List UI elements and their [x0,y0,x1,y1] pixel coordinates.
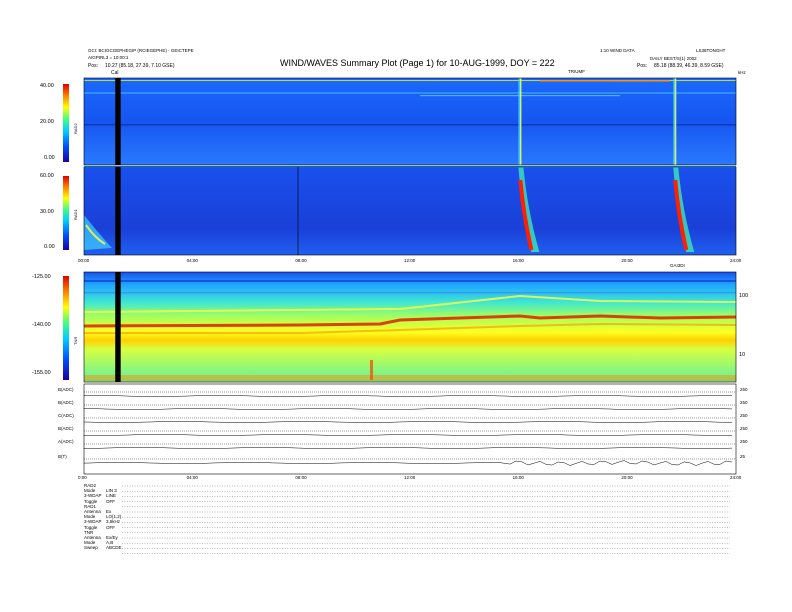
aux-right-5: 25 [740,454,746,459]
tnr-right-tick-10: 10 [739,352,746,358]
aux-trace-3 [83,434,732,436]
aux-label-4: A(ADC) [58,439,74,444]
aux-trace-2 [83,421,733,423]
rad2-tick-bot: 0.00 [44,155,55,161]
footer-key-2-2: Sweep [84,545,98,551]
aux-frame [83,383,737,475]
rad1-spectrogram [84,166,736,255]
time-tick-bottom-2: 08:00 [295,475,307,480]
footer-dotted-lines [122,485,730,554]
rad1-tick-mid: 30.00 [40,209,54,215]
right-mid-label: GAI3DI [670,263,685,268]
tnr-label: TNR [73,336,78,345]
time-tick-mid-4: 16:00 [512,258,524,263]
rad2-label: RAD2 [73,123,78,134]
data-gap-bar [115,78,121,382]
time-tick-bottom-6: 24:00 [730,475,742,480]
rad2-spectrogram [84,78,736,165]
rad2-tick-top: 40.00 [40,83,54,89]
time-tick-mid-0: 00:00 [78,258,90,263]
tnr-colorbar [63,276,69,380]
tnr-tick-top: -125.00 [32,274,51,280]
aux-label-1: B(ADC) [58,400,74,405]
aux-trace-1 [83,408,733,410]
aux-trace-4 [83,447,733,449]
aux-right-2: 250 [740,413,748,418]
aux-trace-5 [83,460,733,466]
aux-right-0: 250 [740,387,748,392]
rad1-tick-top: 60.00 [40,173,54,179]
time-tick-bottom-0: 0:00 [78,475,87,480]
time-tick-mid-2: 08:00 [295,258,307,263]
aux-label-3: B(ADC) [58,426,74,431]
time-tick-bottom-1: 04:00 [186,475,198,480]
aux-trace-0 [83,395,733,397]
tnr-right-tick-100: 100 [739,293,749,299]
time-tick-mid-3: 12:00 [404,258,416,263]
rad2-tick-mid: 20.00 [40,119,54,125]
tnr-spectrogram [83,272,737,382]
footer-val-2-2: ABCDE [106,545,122,551]
aux-label-5: B(T) [58,454,67,459]
rad1-tick-bot: 0.00 [44,244,55,250]
rad1-label: RAD1 [73,209,78,220]
aux-label-0: B(ADC) [58,387,74,392]
time-tick-mid-1: 04:00 [186,258,198,263]
tnr-tick-mid: -140.00 [32,322,51,328]
time-tick-bottom-5: 20:00 [621,475,633,480]
aux-right-3: 250 [740,426,748,431]
aux-right-4: 250 [740,439,748,444]
footer-val-0-2: OFF [106,498,115,504]
time-tick-bottom-4: 16:00 [512,475,524,480]
tnr-tick-bot: -155.00 [32,370,51,376]
time-tick-bottom-3: 12:00 [404,475,416,480]
aux-right-1: 250 [740,400,748,405]
rad2-colorbar [63,84,69,162]
time-tick-mid-5: 20:00 [621,258,633,263]
rad1-colorbar [63,176,69,250]
time-tick-mid-6: 24:00 [730,258,742,263]
aux-label-2: C(ADC) [58,413,74,418]
footer-val-1-3: OFF [106,524,115,530]
aux-traces [83,391,736,466]
